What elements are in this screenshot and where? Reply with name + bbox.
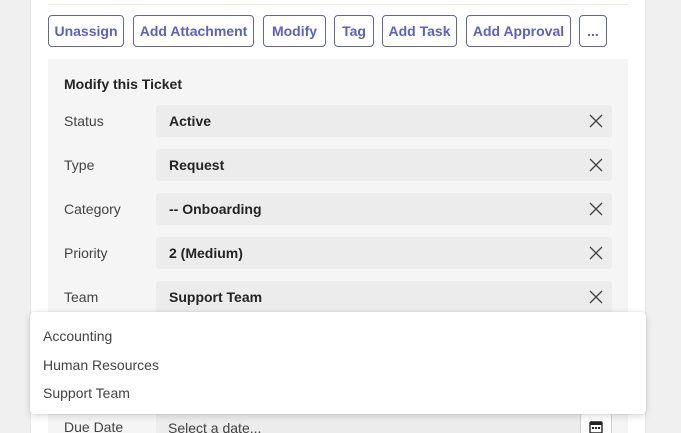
team-row: Team Support Team	[48, 281, 628, 313]
type-dropdown[interactable]: Request	[156, 149, 612, 181]
dropdown-option-accounting[interactable]: Accounting	[43, 326, 112, 346]
type-row: Type Request	[48, 149, 628, 181]
add-attachment-button[interactable]: Add Attachment	[133, 15, 254, 47]
category-value: -- Onboarding	[169, 201, 262, 217]
priority-label: Priority	[64, 245, 108, 261]
team-dropdown[interactable]: Support Team	[156, 281, 612, 313]
team-label: Team	[64, 289, 99, 305]
due-date-input[interactable]: Select a date...	[156, 414, 612, 433]
status-value: Active	[169, 113, 212, 129]
due-date-placeholder: Select a date...	[168, 420, 262, 433]
add-approval-button[interactable]: Add Approval	[466, 15, 571, 47]
status-dropdown[interactable]: Active	[156, 105, 612, 137]
close-icon[interactable]	[588, 245, 604, 261]
tag-button[interactable]: Tag	[334, 15, 374, 47]
priority-dropdown[interactable]: 2 (Medium)	[156, 237, 612, 269]
category-dropdown[interactable]: -- Onboarding	[156, 193, 612, 225]
calendar-icon	[589, 420, 603, 433]
divider	[48, 4, 628, 5]
team-value: Support Team	[169, 289, 263, 305]
status-label: Status	[64, 113, 104, 129]
panel-title: Modify this Ticket	[64, 76, 182, 92]
type-label: Type	[64, 157, 95, 173]
team-dropdown-list: Accounting Human Resources Support Team	[30, 312, 646, 414]
due-date-label: Due Date	[64, 419, 124, 433]
category-label: Category	[64, 201, 121, 217]
close-icon[interactable]	[588, 289, 604, 305]
dropdown-option-human-resources[interactable]: Human Resources	[43, 355, 159, 375]
type-value: Request	[169, 157, 225, 173]
status-row: Status Active	[48, 105, 628, 137]
date-picker-button[interactable]	[580, 413, 612, 433]
modify-button[interactable]: Modify	[263, 15, 326, 47]
unassign-button[interactable]: Unassign	[48, 15, 124, 47]
close-icon[interactable]	[588, 113, 604, 129]
priority-value: 2 (Medium)	[169, 245, 243, 261]
close-icon[interactable]	[588, 157, 604, 173]
priority-row: Priority 2 (Medium)	[48, 237, 628, 269]
add-task-button[interactable]: Add Task	[382, 15, 457, 47]
more-actions-button[interactable]: ...	[579, 15, 607, 47]
dropdown-option-support-team[interactable]: Support Team	[43, 383, 130, 403]
category-row: Category -- Onboarding	[48, 193, 628, 225]
close-icon[interactable]	[588, 201, 604, 217]
